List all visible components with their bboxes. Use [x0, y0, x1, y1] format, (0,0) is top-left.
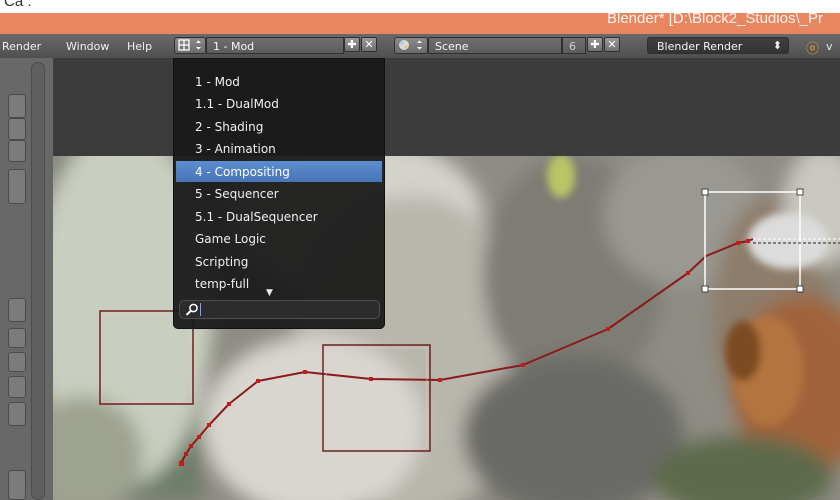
caption-text: Ca :: [4, 0, 32, 10]
layout-item-dualsequencer[interactable]: 5.1 - DualSequencer: [176, 206, 382, 227]
tool-tab[interactable]: [8, 298, 26, 322]
screen-layout-icon: [178, 39, 201, 51]
tool-tab[interactable]: [8, 94, 26, 118]
tool-shelf-scrollbar[interactable]: [31, 62, 45, 500]
screen-layout-selector-button[interactable]: [174, 37, 206, 54]
layout-item-dualmod[interactable]: 1.1 - DualMod: [176, 93, 382, 114]
layout-item-sequencer[interactable]: 5 - Sequencer: [176, 183, 382, 204]
more-items-arrow-icon[interactable]: ▼: [266, 288, 273, 298]
screen-layout-dropdown-menu: 1 - Mod 1.1 - DualMod 2 - Shading 3 - An…: [173, 58, 385, 329]
scene-users-count: 6: [562, 37, 586, 54]
text-cursor: [200, 303, 201, 316]
layout-item-scripting[interactable]: Scripting: [176, 251, 382, 272]
close-icon: ✕: [607, 38, 617, 51]
delete-scene-button[interactable]: ✕: [604, 37, 620, 52]
updown-arrow-icon: ⬍: [772, 39, 782, 52]
layout-item-temp-full[interactable]: temp-full: [176, 273, 382, 294]
tool-tab[interactable]: [8, 118, 26, 140]
plus-icon: ✚: [590, 38, 600, 51]
caption-strip: Ca :: [0, 0, 840, 13]
delete-screen-button[interactable]: ✕: [361, 37, 377, 52]
layout-item-animation[interactable]: 3 - Animation: [176, 138, 382, 159]
search-icon: [185, 303, 198, 316]
layout-item-mod[interactable]: 1 - Mod: [176, 71, 382, 92]
add-screen-button[interactable]: ✚: [344, 37, 360, 52]
render-engine-dropdown[interactable]: Blender Render ⬍: [647, 37, 789, 54]
window-title: Blender* [D:\Block2_Studios\_Pr: [607, 13, 823, 27]
menu-render[interactable]: Render: [2, 40, 41, 53]
version-text: v: [826, 40, 833, 53]
blender-logo-icon: ⓞ: [806, 42, 820, 57]
viewport-header-area: [53, 58, 840, 156]
tool-shelf: [0, 58, 54, 500]
info-header: Render Window Help 1 - Mod ✚ ✕ Scene 6 ✚…: [0, 34, 840, 59]
tool-tab[interactable]: [8, 352, 26, 372]
tool-tab[interactable]: [8, 402, 26, 426]
layout-item-compositing[interactable]: 4 - Compositing: [176, 161, 382, 182]
scene-name-field[interactable]: Scene: [428, 37, 562, 54]
tool-tab[interactable]: [8, 140, 26, 162]
tool-tab[interactable]: [8, 169, 26, 204]
screen-layout-field[interactable]: 1 - Mod: [206, 37, 344, 54]
menu-window[interactable]: Window: [66, 40, 109, 53]
menu-help[interactable]: Help: [127, 40, 152, 53]
tool-tab[interactable]: [8, 470, 26, 500]
clip-editor-viewport[interactable]: [53, 156, 840, 500]
plus-icon: ✚: [347, 38, 357, 51]
footage-background: [53, 156, 840, 500]
scene-selector-button[interactable]: [394, 37, 428, 54]
close-icon: ✕: [364, 38, 374, 51]
render-engine-label: Blender Render: [657, 40, 743, 53]
scene-icon: [399, 40, 422, 50]
window-title-bar: Blender* [D:\Block2_Studios\_Pr: [0, 13, 840, 34]
layout-search-field[interactable]: [179, 300, 380, 319]
tool-tab[interactable]: [8, 376, 26, 398]
layout-item-game-logic[interactable]: Game Logic: [176, 228, 382, 249]
add-scene-button[interactable]: ✚: [587, 37, 603, 52]
layout-item-shading[interactable]: 2 - Shading: [176, 116, 382, 137]
tool-tab[interactable]: [8, 328, 26, 348]
